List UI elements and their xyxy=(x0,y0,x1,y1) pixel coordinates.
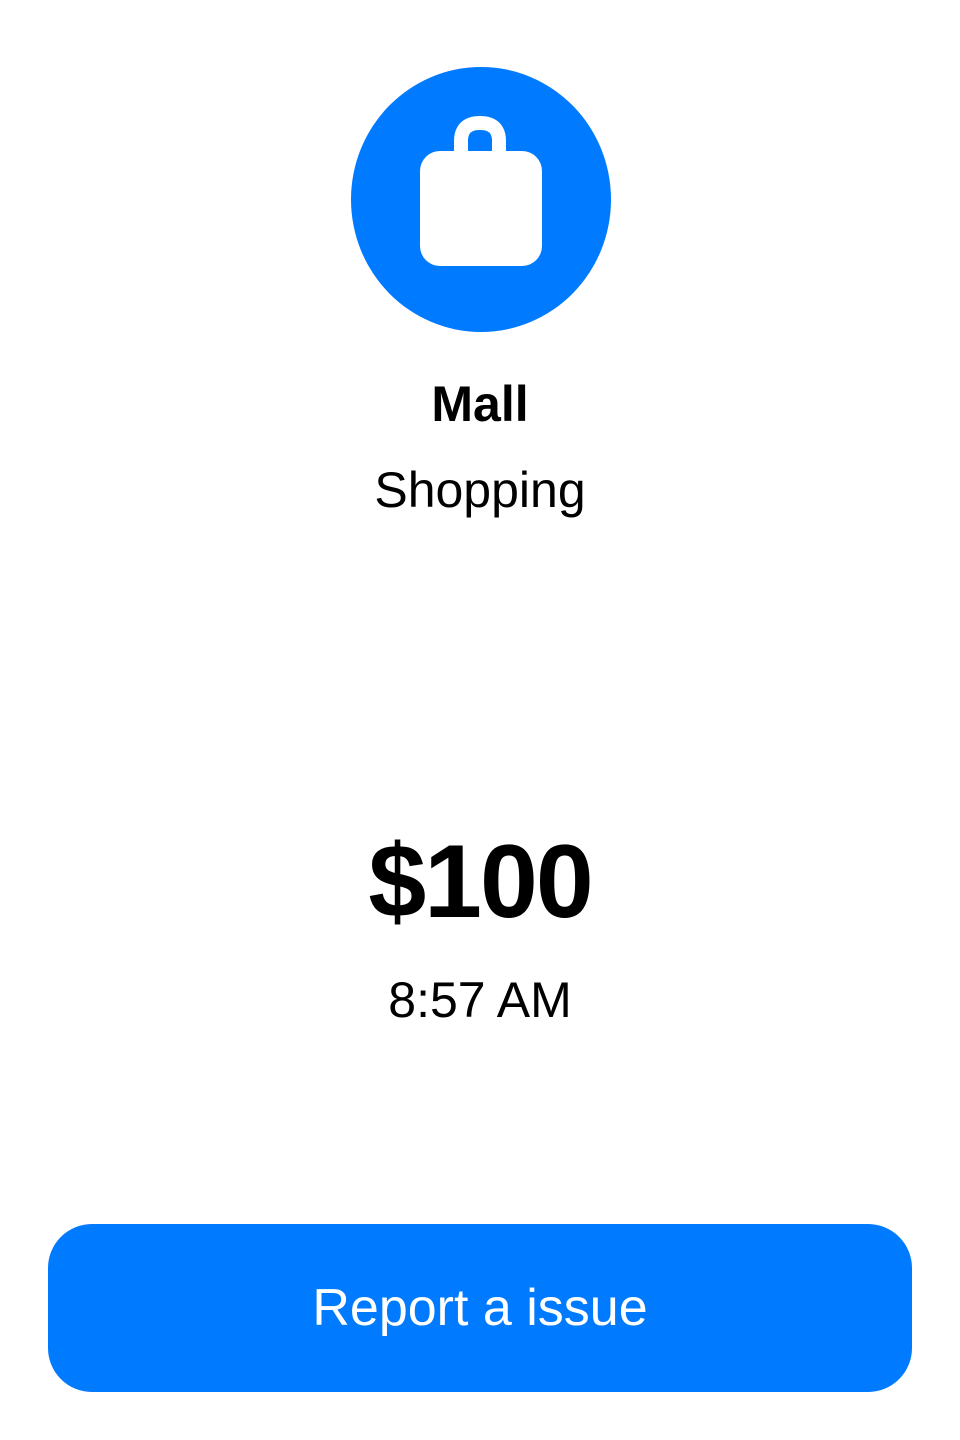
transaction-time: 8:57 AM xyxy=(388,972,572,1028)
report-issue-label: Report a issue xyxy=(312,1279,648,1337)
report-issue-button[interactable]: Report a issue xyxy=(48,1224,912,1392)
category-badge xyxy=(351,67,611,332)
shopping-bag-icon xyxy=(420,115,542,266)
transaction-amount: $100 xyxy=(368,824,593,940)
category-label: Shopping xyxy=(374,462,586,518)
merchant-name: Mall xyxy=(431,376,529,432)
